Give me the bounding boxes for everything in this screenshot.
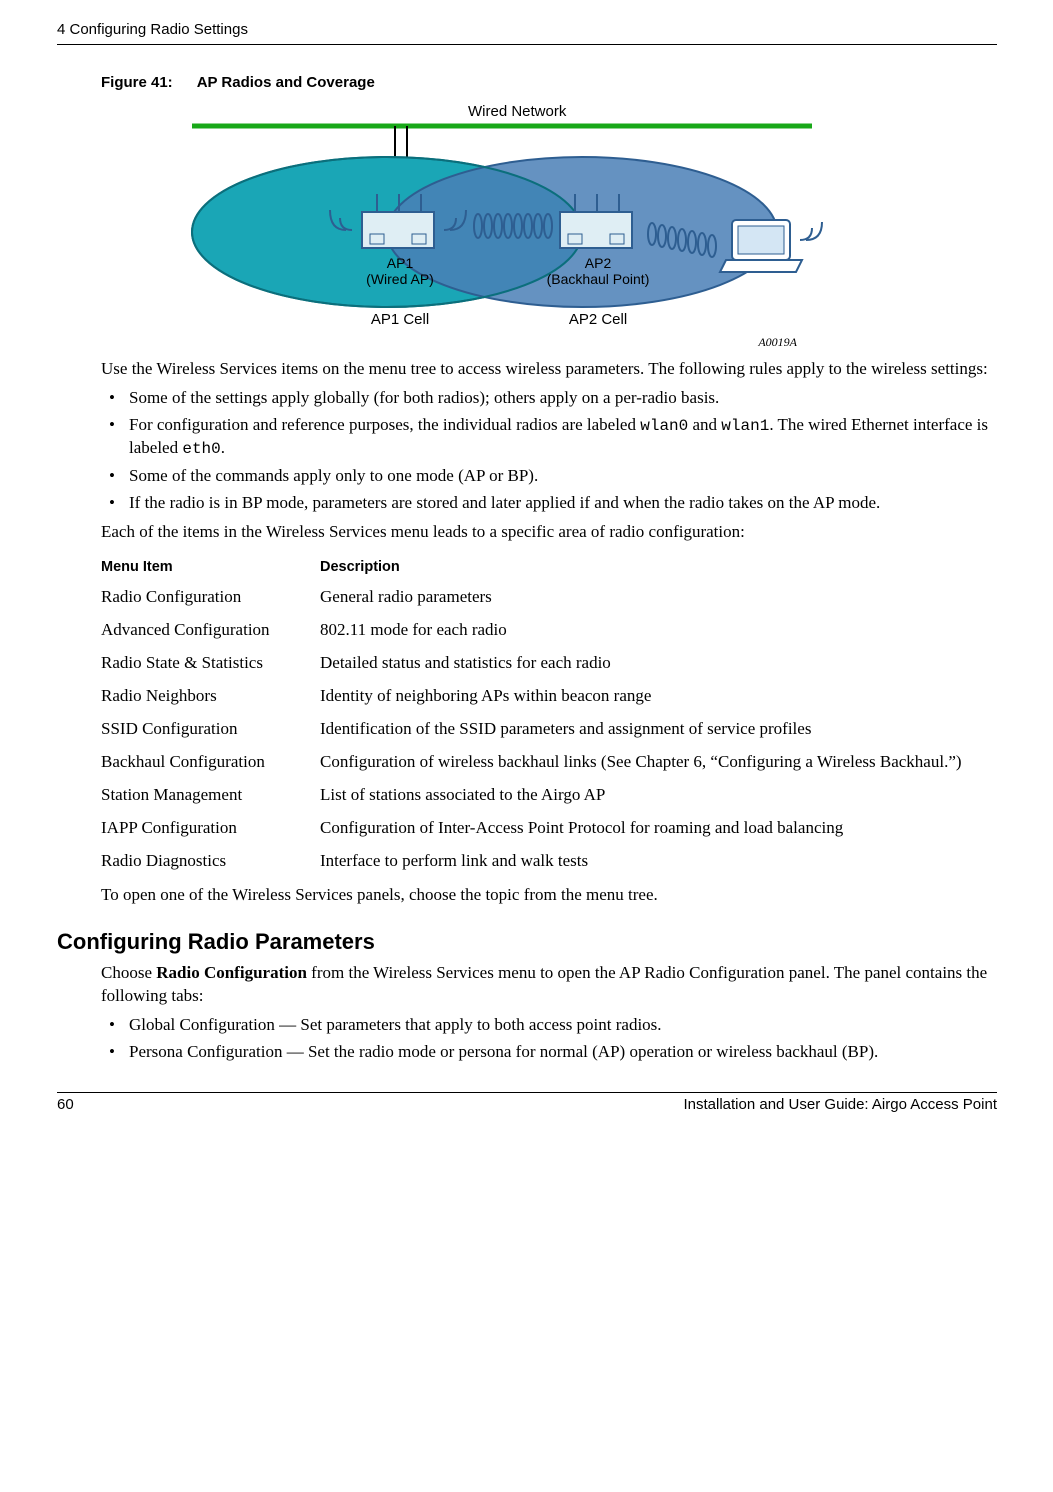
laptop-icon: [720, 220, 822, 272]
tabs-list: Global Configuration — Set parameters th…: [101, 1014, 997, 1064]
section-intro: Choose Radio Configuration from the Wire…: [101, 962, 997, 1008]
table-row: Advanced Configuration802.11 mode for ea…: [97, 614, 993, 647]
list-item: Some of the settings apply globally (for…: [123, 387, 997, 410]
list-item: If the radio is in BP mode, parameters a…: [123, 492, 997, 515]
list-item: Persona Configuration — Set the radio mo…: [123, 1041, 997, 1064]
ap1-sub: (Wired AP): [366, 271, 434, 287]
rules-list: Some of the settings apply globally (for…: [101, 387, 997, 515]
intro-paragraph: Use the Wireless Services items on the m…: [101, 358, 997, 381]
figure-code: A0019A: [57, 334, 797, 350]
page-footer: 60 Installation and User Guide: Airgo Ac…: [57, 1095, 997, 1115]
table-row: Radio DiagnosticsInterface to perform li…: [97, 845, 993, 878]
list-item: For configuration and reference purposes…: [123, 414, 997, 461]
ap1-cell-label: AP1 Cell: [371, 311, 429, 328]
footer-title: Installation and User Guide: Airgo Acces…: [683, 1095, 997, 1115]
table-header: Menu Item: [97, 554, 316, 582]
ap2-label: AP2: [585, 255, 612, 271]
header-rule: [57, 44, 997, 45]
menu-table: Menu Item Description Radio Configuratio…: [97, 554, 993, 878]
figure-diagram: Wired Network: [152, 102, 997, 342]
open-panel-paragraph: To open one of the Wireless Services pan…: [101, 884, 997, 907]
figure-caption: Figure 41: AP Radios and Coverage: [101, 73, 997, 93]
footer-rule: [57, 1092, 997, 1093]
table-row: Radio ConfigurationGeneral radio paramet…: [97, 581, 993, 614]
figure-title: AP Radios and Coverage: [197, 74, 375, 91]
list-item: Global Configuration — Set parameters th…: [123, 1014, 997, 1037]
table-row: Radio State & StatisticsDetailed status …: [97, 647, 993, 680]
ap2-cell-label: AP2 Cell: [569, 311, 627, 328]
page-number: 60: [57, 1095, 74, 1115]
table-row: Backhaul ConfigurationConfiguration of w…: [97, 746, 993, 779]
section-heading: Configuring Radio Parameters: [57, 927, 997, 957]
table-row: Radio NeighborsIdentity of neighboring A…: [97, 680, 993, 713]
wired-network-label: Wired Network: [468, 103, 567, 120]
list-item: Some of the commands apply only to one m…: [123, 465, 997, 488]
figure-label: Figure 41:: [101, 74, 173, 91]
lead-in-paragraph: Each of the items in the Wireless Servic…: [101, 521, 997, 544]
table-header: Description: [316, 554, 993, 582]
table-row: IAPP ConfigurationConfiguration of Inter…: [97, 812, 993, 845]
table-row: SSID ConfigurationIdentification of the …: [97, 713, 993, 746]
table-row: Station ManagementList of stations assoc…: [97, 779, 993, 812]
ap1-label: AP1: [387, 255, 414, 271]
page-header: 4 Configuring Radio Settings: [57, 20, 997, 44]
ap2-sub: (Backhaul Point): [547, 271, 650, 287]
header-left: 4 Configuring Radio Settings: [57, 20, 248, 40]
